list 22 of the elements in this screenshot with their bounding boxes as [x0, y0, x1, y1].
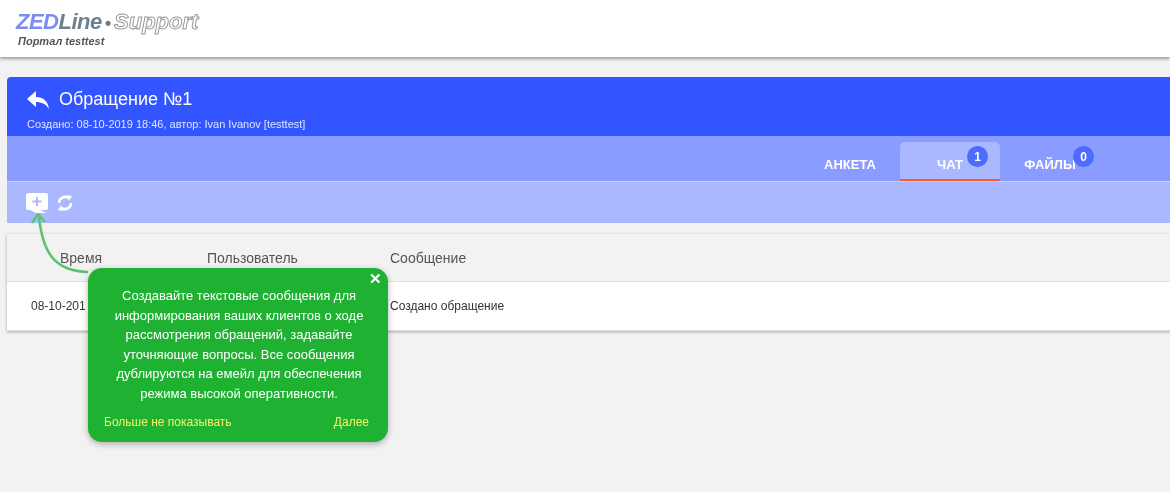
add-message-icon[interactable]	[26, 192, 48, 213]
table-cell-text: 08-10-201	[30, 299, 87, 313]
refresh-icon[interactable]	[56, 192, 74, 213]
tab[interactable]: ФАЙЛЫ 0	[1000, 142, 1100, 181]
column-header: Сообщение	[390, 249, 468, 266]
table-cell-text: Создано обращение	[390, 299, 506, 313]
tab[interactable]: АНКЕТА	[800, 142, 900, 181]
column-header: Время	[59, 249, 104, 266]
ticket-title: Обращение №1	[59, 89, 193, 110]
dismiss-link[interactable]: Больше не показывать	[104, 415, 232, 429]
column-header: Пользователь	[207, 249, 299, 266]
back-icon[interactable]	[27, 90, 49, 109]
logo-separator: •	[104, 12, 112, 35]
count-badge: 1	[967, 146, 988, 167]
hint-text: Создавайте текстовые сообщения для информирования ваших клиентов о ходе рассмотрения обращений, задавайте уточняющие вопросы. Все сообщения дублируются на емейл для обеспечения режима высокой оперативности.	[113, 287, 365, 403]
logo-brand: ZEDLine	[16, 10, 102, 34]
next-link[interactable]: Далее	[333, 415, 369, 429]
portal-subtitle: Портал testtest	[18, 35, 106, 47]
tab[interactable]: ЧАТ 1	[900, 142, 1000, 181]
ticket-meta: Создано: 08-10-2019 18:46, автор: Ivan Ivanov [testtest]	[27, 118, 307, 130]
logo-product: Support	[114, 10, 199, 34]
close-button[interactable]: ✕	[369, 270, 382, 288]
